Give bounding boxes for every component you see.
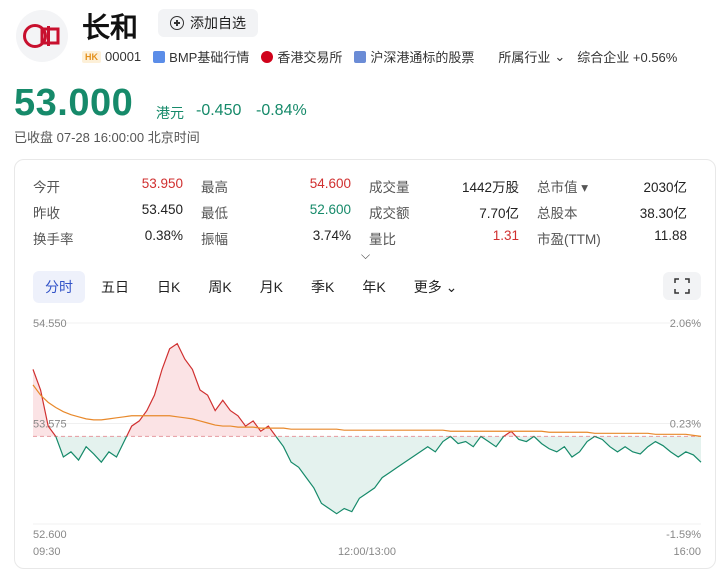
stat-label: 成交额 <box>369 206 410 221</box>
stat-value: 1442万股 <box>461 180 519 195</box>
stat-cell: 总市值 ▾ 2030亿 <box>537 176 687 196</box>
stat-label: 最低 <box>201 206 228 221</box>
tab-4[interactable]: 月K <box>248 271 295 303</box>
stat-value: 54.600 <box>309 176 351 191</box>
stat-label: 量比 <box>369 232 396 247</box>
expand-chevron-icon[interactable]: ⌵ <box>361 248 370 263</box>
stat-cell: 成交量 1442万股 <box>369 176 519 196</box>
industry-label: 所属行业 <box>498 50 551 65</box>
bmp-link[interactable]: BMP基础行情 <box>153 47 249 66</box>
connect-label: 沪深港通标的股票 <box>370 50 475 65</box>
stat-label: 昨收 <box>33 206 60 221</box>
plus-icon <box>170 16 184 30</box>
x-tick: 16:00 <box>673 546 701 558</box>
market-badge: HK <box>82 50 101 63</box>
stat-value: 38.30亿 <box>639 206 687 221</box>
price-change-pct: -0.84% <box>256 102 307 119</box>
stat-value: 11.88 <box>654 228 687 243</box>
stat-cell: 最高 54.600 <box>201 176 351 196</box>
stat-label: 总股本 <box>537 206 578 221</box>
stat-label: 市盈(TTM) <box>537 232 601 247</box>
stock-meta: HK 00001 BMP基础行情 香港交易所 沪深港通标的股票 所属行业 ⌄ 综合企… <box>82 47 689 66</box>
bmp-icon <box>153 50 166 63</box>
fullscreen-button[interactable] <box>663 272 701 300</box>
industry-dropdown[interactable]: 所属行业 ⌄ <box>498 47 565 66</box>
stat-label: 最高 <box>201 180 228 195</box>
price-change: -0.450 <box>196 102 242 119</box>
trade-status: 已收盘 07-28 16:00:00 北京时间 <box>14 130 200 145</box>
connect-icon <box>354 50 367 63</box>
stat-value: 3.74% <box>312 228 351 243</box>
stat-label: 成交量 <box>369 180 410 195</box>
stats-row: 昨收 53.450 最低 52.600 成交额 7.70亿 总股本 38.30亿 <box>33 199 705 225</box>
industry-value[interactable]: 综合企业 +0.56% <box>577 47 677 66</box>
stat-label: 振幅 <box>201 232 228 247</box>
stat-cell: 市盈(TTM) 11.88 <box>537 228 687 248</box>
x-tick: 12:00/13:00 <box>338 546 396 558</box>
tab-3[interactable]: 周K <box>196 271 243 303</box>
stat-cell: 成交额 7.70亿 <box>369 202 519 222</box>
y-tick-left: 54.550 <box>33 318 67 330</box>
add-to-watchlist-button[interactable]: 添加自选 <box>158 9 258 37</box>
y-tick-right: -1.59% <box>666 529 701 541</box>
stat-label: 今开 <box>33 180 60 195</box>
bmp-link-label: BMP基础行情 <box>169 50 250 65</box>
tab-0[interactable]: 分时 <box>33 271 85 303</box>
stat-value: 53.450 <box>141 202 183 217</box>
stats-grid: 今开 53.950 最高 54.600 成交量 1442万股 总市值 ▾ 2030亿昨收 53.… <box>33 173 705 251</box>
add-watchlist-label: 添加自选 <box>190 15 246 31</box>
stat-cell: 总股本 38.30亿 <box>537 202 687 222</box>
tab-2[interactable]: 日K <box>145 271 192 303</box>
last-price: 53.000 <box>14 82 134 124</box>
stat-cell: 振幅 3.74% <box>201 228 351 248</box>
hkex-icon <box>261 50 274 63</box>
stat-value: 7.70亿 <box>479 206 519 221</box>
tab-1[interactable]: 五日 <box>89 271 141 303</box>
exchange-link[interactable]: 香港交易所 <box>261 47 342 66</box>
tab-5[interactable]: 季K <box>299 271 346 303</box>
y-tick-right: 0.23% <box>670 419 701 431</box>
stat-value: 2030亿 <box>643 180 687 195</box>
stock-name: 长和 <box>82 12 139 43</box>
stat-label: 总市值 ▾ <box>537 180 589 195</box>
stat-cell: 今开 53.950 <box>33 176 183 196</box>
tab-7[interactable]: 更多 ⌄ <box>402 271 470 303</box>
fullscreen-icon <box>674 278 690 294</box>
y-tick-left: 52.600 <box>33 529 67 541</box>
tab-6[interactable]: 年K <box>350 271 397 303</box>
chevron-down-icon: ⌄ <box>554 48 566 64</box>
stat-value: 53.950 <box>141 176 183 191</box>
ck-logo-icon <box>23 24 60 48</box>
y-tick-right: 2.06% <box>670 318 701 330</box>
stat-cell: 昨收 53.450 <box>33 202 183 222</box>
quote-card: 今开 53.950 最高 54.600 成交量 1442万股 总市值 ▾ 2030亿昨收 53.… <box>14 159 716 569</box>
chevron-down-icon: ⌄ <box>441 279 458 295</box>
stat-label: 换手率 <box>33 232 74 247</box>
price-unit: 港元 <box>156 105 184 121</box>
exchange-label: 香港交易所 <box>277 50 343 65</box>
stat-value: 52.600 <box>309 202 351 217</box>
stat-cell: 量比 1.31 <box>369 228 519 248</box>
chart-tabs: 分时 五日 日K 周K 月K 季K 年K 更多 ⌄ <box>33 271 469 303</box>
intraday-chart[interactable]: 54.550 53.575 52.600 2.06% 0.23% -1.59% 09:30 1… <box>15 310 715 565</box>
stat-value: 0.38% <box>144 228 183 243</box>
stat-value: 1.31 <box>492 228 519 243</box>
y-tick-left: 53.575 <box>33 419 67 431</box>
stats-row: 今开 53.950 最高 54.600 成交量 1442万股 总市值 ▾ 2030亿 <box>33 173 705 199</box>
stat-cell: 最低 52.600 <box>201 202 351 222</box>
company-logo <box>16 10 68 62</box>
stat-cell: 换手率 0.38% <box>33 228 183 248</box>
x-tick: 09:30 <box>33 546 61 558</box>
stock-code: 00001 <box>105 49 142 64</box>
connect-link[interactable]: 沪深港通标的股票 <box>354 47 474 66</box>
